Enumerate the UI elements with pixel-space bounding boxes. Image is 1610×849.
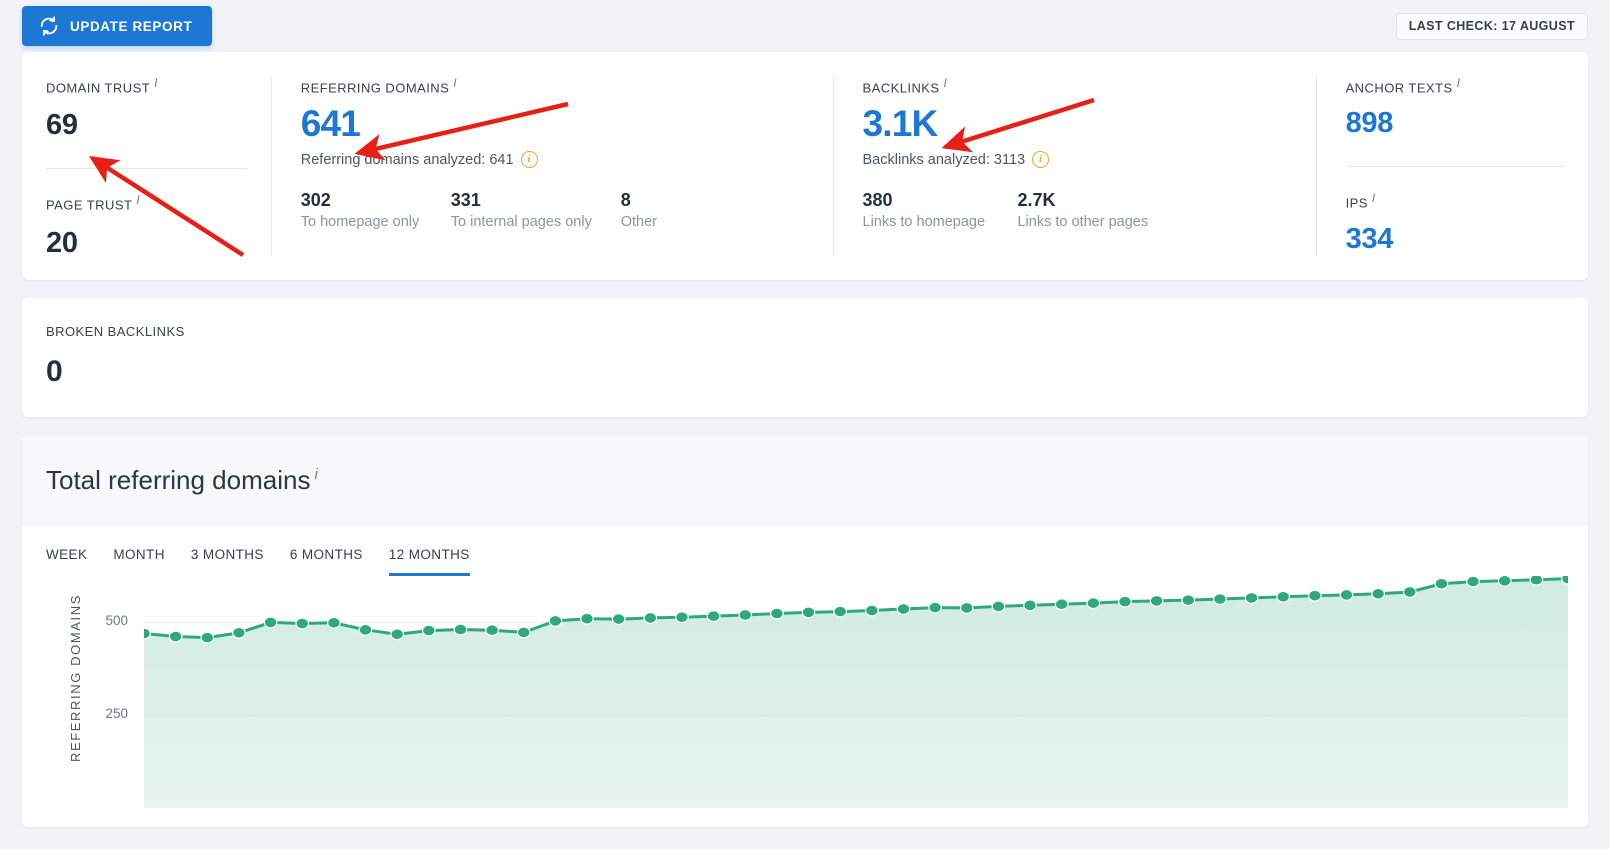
ips-value[interactable]: 334 — [1346, 223, 1564, 256]
referring-domains-column: REFERRING DOMAINS i 641 Referring domains… — [270, 52, 833, 280]
referring-domains-info-icon[interactable]: i — [453, 76, 457, 90]
breakdown-label: To internal pages only — [450, 214, 592, 231]
chart-period-tabs: WEEK MONTH 3 MONTHS 6 MONTHS 12 MONTHS — [22, 525, 1588, 576]
anchor-column: ANCHOR TEXTS i 898 IPS i 334 — [1315, 52, 1588, 280]
breakdown-item: 302 To homepage only — [301, 190, 451, 230]
broken-backlinks-value: 0 — [46, 355, 63, 388]
backlinks-breakdown: 380 Links to homepage 2.7K Links to othe… — [863, 190, 1292, 230]
breakdown-label: Links to other pages — [1017, 214, 1149, 231]
domain-trust-value: 69 — [46, 109, 78, 142]
tab-6-months[interactable]: 6 MONTHS — [290, 547, 363, 576]
area-chart[interactable] — [144, 576, 1568, 808]
metrics-card: DOMAIN TRUST i 69 PAGE TRUST i 20 REFERRIN… — [22, 52, 1588, 280]
trust-column: DOMAIN TRUST i 69 PAGE TRUST i 20 — [22, 52, 271, 280]
breakdown-label: Links to homepage — [862, 214, 986, 231]
domain-trust-info-icon[interactable]: i — [154, 76, 158, 90]
referring-domains-value[interactable]: 641 — [301, 103, 809, 145]
breakdown-item: 380 Links to homepage — [863, 190, 1018, 230]
breakdown-label: To homepage only — [300, 214, 420, 231]
breakdown-value: 302 — [300, 190, 331, 211]
page-trust-value: 20 — [46, 226, 78, 259]
y-axis-title: REFERRING DOMAINS — [68, 594, 83, 763]
update-report-label: UPDATE REPORT — [70, 18, 193, 34]
y-axis-tick: 250 — [105, 706, 128, 722]
anchor-texts-label: ANCHOR TEXTS i — [1345, 76, 1461, 96]
backlinks-analyzed: Backlinks analyzed: 3113 i — [862, 151, 1292, 169]
referring-domains-analyzed: Referring domains analyzed: 641 i — [300, 151, 809, 169]
breakdown-item: 2.7K Links to other pages — [1018, 190, 1149, 230]
anchor-divider — [1345, 166, 1565, 168]
referring-domains-label: REFERRING DOMAINS i — [300, 76, 458, 96]
refresh-icon — [38, 15, 60, 37]
broken-backlinks-label: BROKEN BACKLINKS — [46, 324, 185, 339]
page-trust-info-icon[interactable]: i — [136, 193, 140, 207]
y-axis-tick: 500 — [105, 613, 128, 629]
info-circle-icon[interactable]: i — [520, 151, 538, 169]
referring-domains-breakdown: 302 To homepage only 331 To internal pag… — [301, 190, 809, 230]
breakdown-item: 331 To internal pages only — [451, 190, 621, 230]
breakdown-value: 8 — [620, 190, 631, 211]
domain-trust-label: DOMAIN TRUST i — [46, 76, 158, 96]
broken-backlinks-card: BROKEN BACKLINKS 0 — [22, 298, 1588, 417]
backlinks-analyzed-text: Backlinks analyzed: 3113 — [862, 151, 1026, 168]
breakdown-value: 380 — [862, 190, 893, 211]
tab-week[interactable]: WEEK — [46, 547, 87, 576]
top-toolbar: UPDATE REPORT LAST CHECK: 17 AUGUST — [0, 0, 1610, 52]
total-referring-domains-card: Total referring domains i WEEK MONTH 3 MO… — [22, 435, 1588, 827]
update-report-button[interactable]: UPDATE REPORT — [22, 6, 213, 46]
breakdown-label: Other — [620, 214, 658, 231]
chart-title: Total referring domains i — [46, 465, 318, 495]
last-check-label: LAST CHECK: 17 AUGUST — [1408, 19, 1575, 33]
tab-3-months[interactable]: 3 MONTHS — [191, 547, 264, 576]
anchor-texts-value[interactable]: 898 — [1346, 107, 1564, 140]
backlinks-column: BACKLINKS i 3.1K Backlinks analyzed: 3113… — [832, 52, 1316, 280]
chart-header: Total referring domains i — [22, 435, 1588, 525]
info-circle-icon[interactable]: i — [1032, 151, 1050, 169]
ips-label: IPS i — [1345, 191, 1376, 211]
breakdown-value: 2.7K — [1017, 190, 1056, 211]
chart-plot-area: REFERRING DOMAINS 500 250 — [22, 576, 1588, 808]
breakdown-item: 8 Other — [621, 190, 657, 230]
page-trust-label: PAGE TRUST i — [46, 193, 141, 213]
backlinks-value[interactable]: 3.1K — [863, 103, 1292, 145]
tab-month[interactable]: MONTH — [113, 547, 165, 576]
last-check-badge: LAST CHECK: 17 AUGUST — [1395, 13, 1588, 40]
tab-12-months[interactable]: 12 MONTHS — [388, 547, 470, 576]
backlinks-label: BACKLINKS i — [862, 76, 948, 96]
chart-title-info-icon[interactable]: i — [314, 466, 317, 483]
anchor-texts-info-icon[interactable]: i — [1457, 76, 1461, 90]
ips-info-icon[interactable]: i — [1372, 191, 1376, 205]
trust-divider — [46, 168, 247, 170]
breakdown-value: 331 — [450, 190, 481, 211]
backlinks-info-icon[interactable]: i — [944, 76, 948, 90]
referring-domains-analyzed-text: Referring domains analyzed: 641 — [300, 151, 514, 168]
